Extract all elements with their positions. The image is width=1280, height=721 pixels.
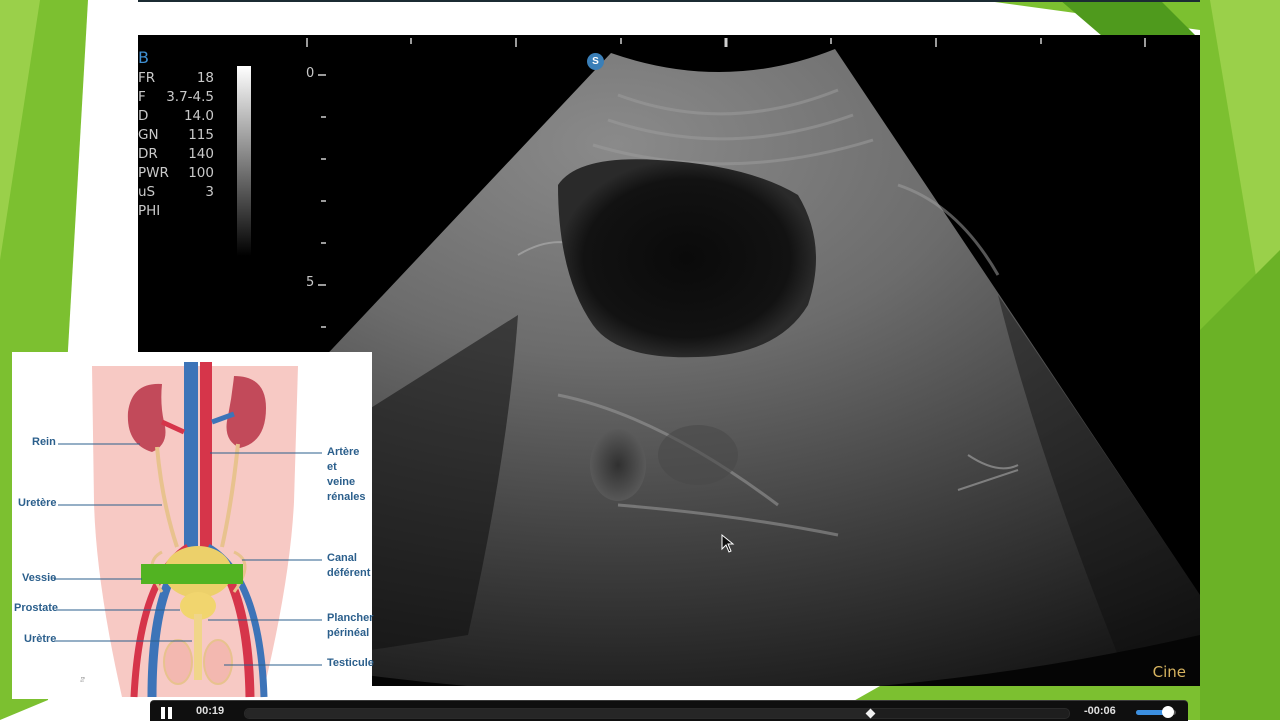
- label-rein: Rein: [32, 436, 56, 448]
- label-artere-veine-renales: Artère et veine rénales: [327, 446, 366, 503]
- progress-scrubber[interactable]: [244, 708, 1070, 719]
- video-player-controls: 00:19 -00:06: [150, 700, 1188, 721]
- pause-icon: [161, 707, 165, 719]
- label-prostate: Prostate: [14, 602, 59, 614]
- elapsed-time: 00:19: [196, 705, 225, 717]
- depth-label-0: 0: [306, 66, 315, 81]
- label-uretere: Uretère: [18, 497, 57, 509]
- anatomy-diagram: fig Rein Uretère Vessie Prostate Urètre …: [12, 352, 374, 699]
- param-row: D 14.0: [138, 108, 214, 124]
- cine-label: Cine: [1152, 663, 1186, 681]
- remaining-time: -00:06: [1084, 705, 1116, 717]
- mode-label: B: [138, 48, 149, 67]
- param-row: F 3.7-4.5: [138, 89, 214, 105]
- label-uretre: Urètre: [24, 633, 57, 645]
- label-vessie: Vessie: [22, 572, 57, 584]
- param-row: FR 18: [138, 70, 214, 86]
- param-row: PWR 100: [138, 165, 214, 181]
- label-plancher-perineal: Plancher périnéal: [327, 612, 374, 639]
- probe-orientation-badge: S: [587, 53, 604, 70]
- acquisition-parameters: B FR 18 F 3.7-4.5 D 14.0 GN 115 DR 140 PWR 100…: [138, 49, 214, 221]
- label-testicule: Testicule: [327, 657, 374, 669]
- grayscale-bar: [237, 66, 251, 256]
- label-canal-deferent: Canal déférent: [327, 552, 371, 579]
- pause-button[interactable]: [160, 707, 174, 719]
- volume-thumb[interactable]: [1162, 706, 1174, 718]
- urinary-system-diagram-icon: fig: [54, 362, 322, 698]
- param-row: DR 140: [138, 146, 214, 162]
- param-row: PHI: [138, 203, 161, 219]
- depth-label-5: 5: [306, 275, 315, 290]
- volume-slider[interactable]: [1136, 706, 1176, 718]
- svg-text:fig: fig: [80, 677, 86, 683]
- slide-top-rule: [138, 0, 1200, 2]
- progress-fill: [245, 709, 872, 718]
- param-row: uS 3: [138, 184, 214, 200]
- param-row: GN 115: [138, 127, 214, 143]
